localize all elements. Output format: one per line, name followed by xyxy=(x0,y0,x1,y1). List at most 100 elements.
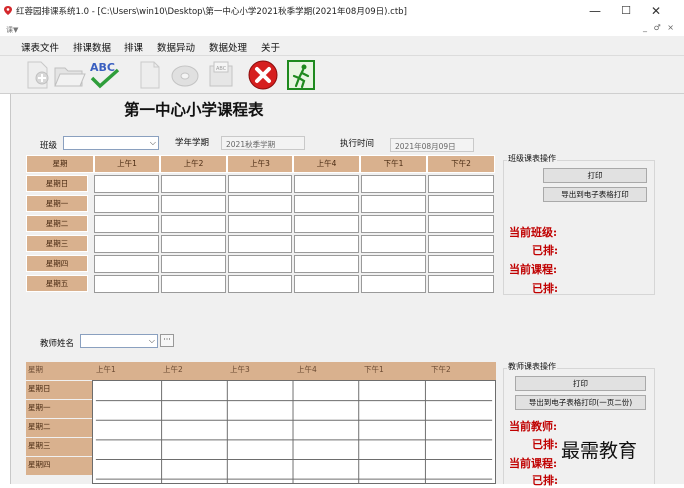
child-window-controls[interactable]: _ ♂ × xyxy=(643,23,676,32)
slot-cell[interactable] xyxy=(294,275,359,293)
teacher-print-button[interactable]: 打印 xyxy=(515,376,646,391)
header-cell: 下午2 xyxy=(427,155,495,173)
close-red-icon[interactable] xyxy=(246,58,280,92)
slot-cell[interactable] xyxy=(161,215,226,233)
slot-cell[interactable] xyxy=(161,255,226,273)
teacher-current-course-label: 当前课程: xyxy=(509,457,558,470)
abc-tray-icon[interactable]: ABC xyxy=(204,58,238,92)
slot-cell[interactable] xyxy=(228,195,292,213)
slot-cell[interactable] xyxy=(294,255,359,273)
slot-cell[interactable] xyxy=(428,175,494,193)
exit-door-icon[interactable] xyxy=(284,58,318,92)
maximize-button[interactable]: ☐ xyxy=(612,1,640,21)
slot-cell[interactable] xyxy=(94,195,159,213)
teacher-course-scheduled-label: 已排: xyxy=(532,474,559,487)
slot-cell[interactable] xyxy=(161,275,226,293)
slot-cell[interactable] xyxy=(428,275,494,293)
class-select[interactable]: ⌵ xyxy=(63,136,159,150)
close-button[interactable]: ✕ xyxy=(642,1,670,21)
slot-cell[interactable] xyxy=(361,235,426,253)
disc-icon[interactable] xyxy=(168,58,202,92)
slot-cell[interactable] xyxy=(294,195,359,213)
slot-cell[interactable] xyxy=(428,235,494,253)
slot-cell[interactable] xyxy=(361,275,426,293)
teacher-export-button[interactable]: 导出到电子表格打印(一页二份) xyxy=(515,395,646,410)
day-cell: 星期二 xyxy=(26,419,92,437)
slot-cell[interactable] xyxy=(161,175,226,193)
slot-cell[interactable] xyxy=(361,255,426,273)
class-export-button[interactable]: 导出到电子表格打印 xyxy=(543,187,647,202)
class-print-button[interactable]: 打印 xyxy=(543,168,647,183)
menu-item-schedule[interactable]: 排课 xyxy=(124,40,143,54)
day-cell: 星期二 xyxy=(26,215,88,232)
menu-item-data[interactable]: 排课数据 xyxy=(73,40,111,54)
open-folder-icon[interactable] xyxy=(52,58,86,92)
slot-cell[interactable] xyxy=(428,255,494,273)
header-cell: 上午1 xyxy=(94,362,161,380)
child-window-icon[interactable]: 课▼ xyxy=(6,25,18,35)
day-cell: 星期三 xyxy=(26,438,92,456)
header-cell: 星期 xyxy=(26,155,94,173)
slot-cell[interactable] xyxy=(361,175,426,193)
slot-cell[interactable] xyxy=(294,175,359,193)
course-scheduled-label: 已排: xyxy=(532,282,559,295)
day-cell: 星期三 xyxy=(26,235,88,252)
watermark-text: 最需教育 xyxy=(561,440,638,462)
menu-item-changes[interactable]: 数据异动 xyxy=(157,40,195,54)
new-doc-icon[interactable] xyxy=(20,58,54,92)
current-class-label: 当前班级: xyxy=(509,226,558,239)
day-cell: 星期日 xyxy=(26,175,88,192)
slot-cell[interactable] xyxy=(228,235,292,253)
slot-cell[interactable] xyxy=(228,255,292,273)
slot-cell[interactable] xyxy=(94,255,159,273)
slot-cell[interactable] xyxy=(361,215,426,233)
title-bar: 红蓉园排课系统1.0 - [C:\Users\win10\Desktop\第一中… xyxy=(0,0,684,22)
day-cell: 星期四 xyxy=(26,255,88,272)
term-label: 学年学期 xyxy=(175,138,210,148)
exec-time-label: 执行时间 xyxy=(340,139,375,149)
slot-cell[interactable] xyxy=(161,235,226,253)
teacher-grid-body[interactable] xyxy=(92,380,496,484)
current-teacher-label: 当前教师: xyxy=(509,420,558,433)
teacher-select[interactable]: ⌵ xyxy=(80,334,158,348)
header-cell: 上午3 xyxy=(227,155,293,173)
menu-item-processing[interactable]: 数据处理 xyxy=(209,40,247,54)
slot-cell[interactable] xyxy=(228,175,292,193)
current-course-label: 当前课程: xyxy=(509,263,558,276)
header-cell: 下午1 xyxy=(360,155,427,173)
menu-item-about[interactable]: 关于 xyxy=(261,40,280,54)
header-cell: 上午4 xyxy=(293,155,360,173)
slot-cell[interactable] xyxy=(94,275,159,293)
chevron-down-icon: ⌵ xyxy=(149,138,156,147)
slot-cell[interactable] xyxy=(361,195,426,213)
slot-cell[interactable] xyxy=(94,175,159,193)
slot-cell[interactable] xyxy=(294,235,359,253)
blank-page-icon[interactable] xyxy=(132,58,166,92)
teacher-browse-button[interactable]: ··· xyxy=(160,334,174,347)
menu-item-file[interactable]: 课表文件 xyxy=(21,40,59,54)
toolbar: ABC ABC xyxy=(0,56,684,94)
day-cell: 星期五 xyxy=(26,275,88,292)
day-cell: 星期四 xyxy=(26,457,92,475)
day-cell: 星期日 xyxy=(26,381,92,399)
slot-cell[interactable] xyxy=(228,215,292,233)
minimize-button[interactable]: — xyxy=(581,1,609,21)
slot-cell[interactable] xyxy=(161,195,226,213)
slot-cell[interactable] xyxy=(228,275,292,293)
slot-cell[interactable] xyxy=(94,235,159,253)
slot-cell[interactable] xyxy=(428,195,494,213)
slot-cell[interactable] xyxy=(428,215,494,233)
exec-time-field: 2021年08月09日 xyxy=(390,138,474,152)
svg-text:ABC: ABC xyxy=(90,61,115,74)
slot-cell[interactable] xyxy=(94,215,159,233)
header-cell: 上午4 xyxy=(295,362,362,380)
chevron-down-icon: ⌵ xyxy=(148,336,155,345)
slot-cell[interactable] xyxy=(294,215,359,233)
header-cell: 上午3 xyxy=(228,362,295,380)
term-field: 2021秋季学期 xyxy=(221,136,305,150)
app-logo-icon xyxy=(4,6,12,15)
spellcheck-abc-icon[interactable]: ABC xyxy=(88,58,122,92)
teacher-scheduled-label: 已排: xyxy=(532,438,559,451)
class-label: 班级 xyxy=(40,141,58,151)
window-title: 红蓉园排课系统1.0 - [C:\Users\win10\Desktop\第一中… xyxy=(16,7,407,17)
